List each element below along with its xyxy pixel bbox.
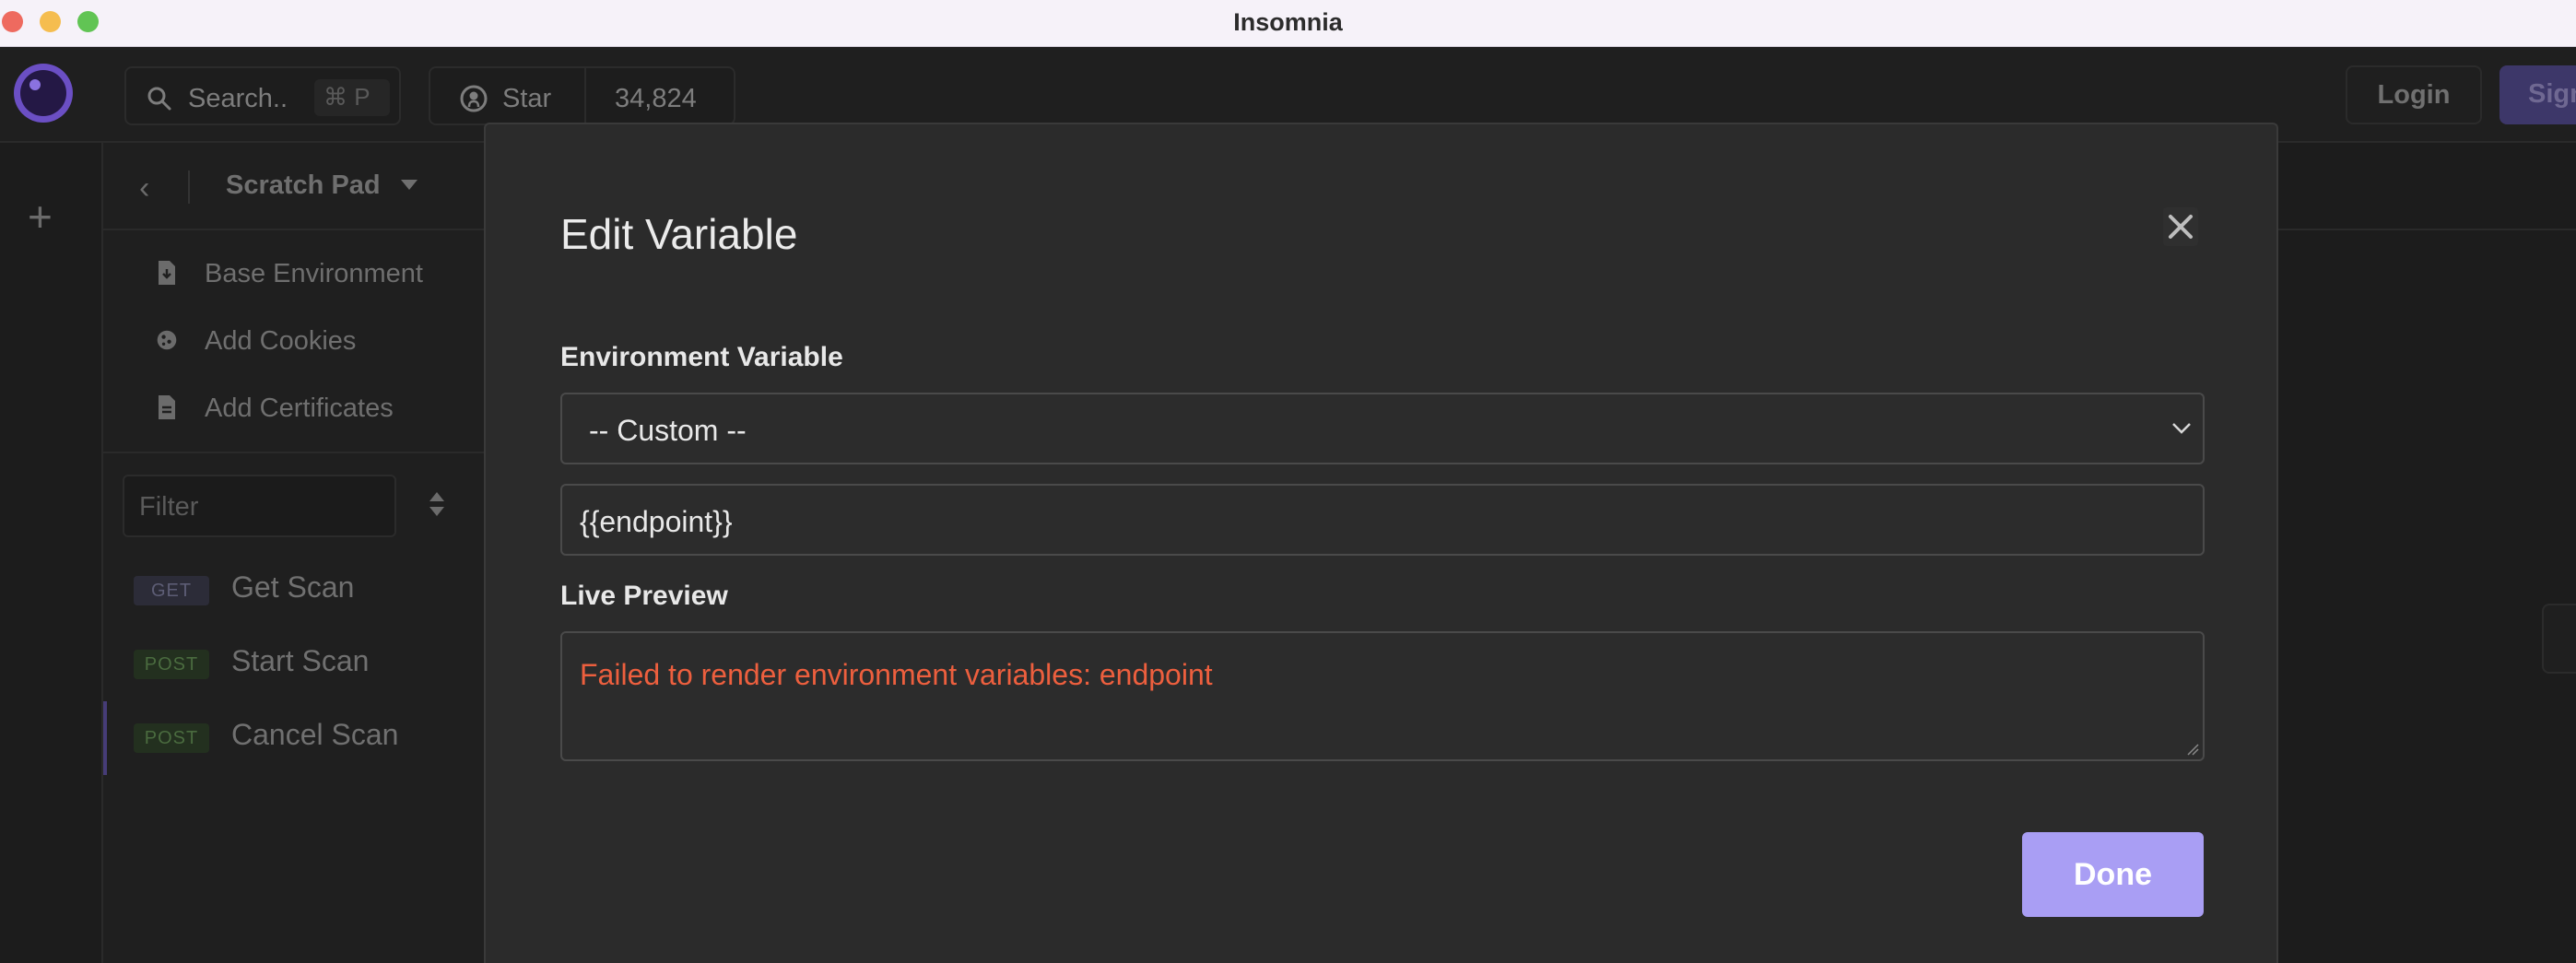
file-download-icon <box>159 261 175 285</box>
file-certificate-icon <box>159 395 175 419</box>
left-rail: + <box>0 143 103 963</box>
request-item-get-scan[interactable]: GET Get Scan <box>103 554 490 628</box>
add-project-plus-icon[interactable]: + <box>28 195 53 238</box>
resize-grip-icon[interactable] <box>2186 743 2199 756</box>
sidebar-item-base-environment[interactable]: Base Environment <box>103 251 490 297</box>
request-name: Get Scan <box>231 570 355 604</box>
window-titlebar: Insomnia <box>0 0 2576 47</box>
star-count: 34,824 <box>615 84 697 113</box>
cookie-icon <box>157 330 177 350</box>
environment-variable-label: Environment Variable <box>560 342 843 372</box>
caret-down-icon[interactable] <box>401 180 418 190</box>
done-button[interactable]: Done <box>2022 832 2204 917</box>
select-value: -- Custom -- <box>589 414 747 447</box>
live-preview-textarea[interactable]: Failed to render environment variables: … <box>560 631 2205 761</box>
chevron-left-icon[interactable]: ‹ <box>139 170 149 206</box>
search-shortcut: ⌘ P <box>314 79 390 116</box>
login-button[interactable]: Login <box>2346 65 2482 124</box>
divider <box>584 68 586 123</box>
method-badge: POST <box>134 723 209 753</box>
insomnia-logo-icon[interactable] <box>14 64 73 123</box>
divider <box>103 452 490 453</box>
window-title: Insomnia <box>1233 8 1343 36</box>
chevron-down-icon <box>2172 423 2191 434</box>
template-value: {{endpoint}} <box>580 505 733 538</box>
github-icon <box>460 85 488 112</box>
divider <box>188 170 190 204</box>
edit-variable-modal: Edit Variable Environment Variable -- Cu… <box>484 123 2278 963</box>
filter-input[interactable]: Filter <box>123 475 396 537</box>
github-star-button[interactable]: Star 34,824 <box>429 66 735 125</box>
close-modal-button[interactable] <box>2163 207 2198 246</box>
request-name: Start Scan <box>231 644 370 677</box>
search-placeholder: Search.. <box>188 84 288 113</box>
star-label: Star <box>502 84 552 113</box>
project-header: ‹ Scratch Pad <box>103 143 490 230</box>
signup-button[interactable]: Sign <box>2500 65 2576 124</box>
search-button[interactable]: Search.. ⌘ P <box>124 66 401 125</box>
side-panel-toggle[interactable] <box>2542 604 2576 674</box>
filter-placeholder: Filter <box>139 492 199 522</box>
sidebar-item-add-certificates[interactable]: Add Certificates <box>103 385 490 431</box>
environment-variable-select[interactable]: -- Custom -- <box>560 393 2205 464</box>
project-title-dropdown[interactable]: Scratch Pad <box>226 170 381 201</box>
live-preview-label: Live Preview <box>560 581 728 611</box>
search-icon <box>147 87 171 111</box>
sidebar: ‹ Scratch Pad Base Environment Add Cooki… <box>103 143 490 963</box>
template-input[interactable]: {{endpoint}} <box>560 484 2205 556</box>
sidebar-item-label: Add Certificates <box>205 393 394 423</box>
method-badge: POST <box>134 650 209 679</box>
sidebar-item-label: Add Cookies <box>205 326 357 356</box>
live-preview-error: Failed to render environment variables: … <box>580 658 1213 691</box>
request-item-start-scan[interactable]: POST Start Scan <box>103 628 490 701</box>
sidebar-item-label: Base Environment <box>205 259 423 288</box>
sidebar-item-add-cookies[interactable]: Add Cookies <box>103 318 490 364</box>
request-name: Cancel Scan <box>231 718 399 751</box>
modal-title: Edit Variable <box>560 210 798 258</box>
sort-icon[interactable] <box>428 489 446 519</box>
request-item-cancel-scan[interactable]: POST Cancel Scan <box>103 701 490 775</box>
close-icon <box>2169 215 2193 239</box>
method-badge: GET <box>134 576 209 605</box>
